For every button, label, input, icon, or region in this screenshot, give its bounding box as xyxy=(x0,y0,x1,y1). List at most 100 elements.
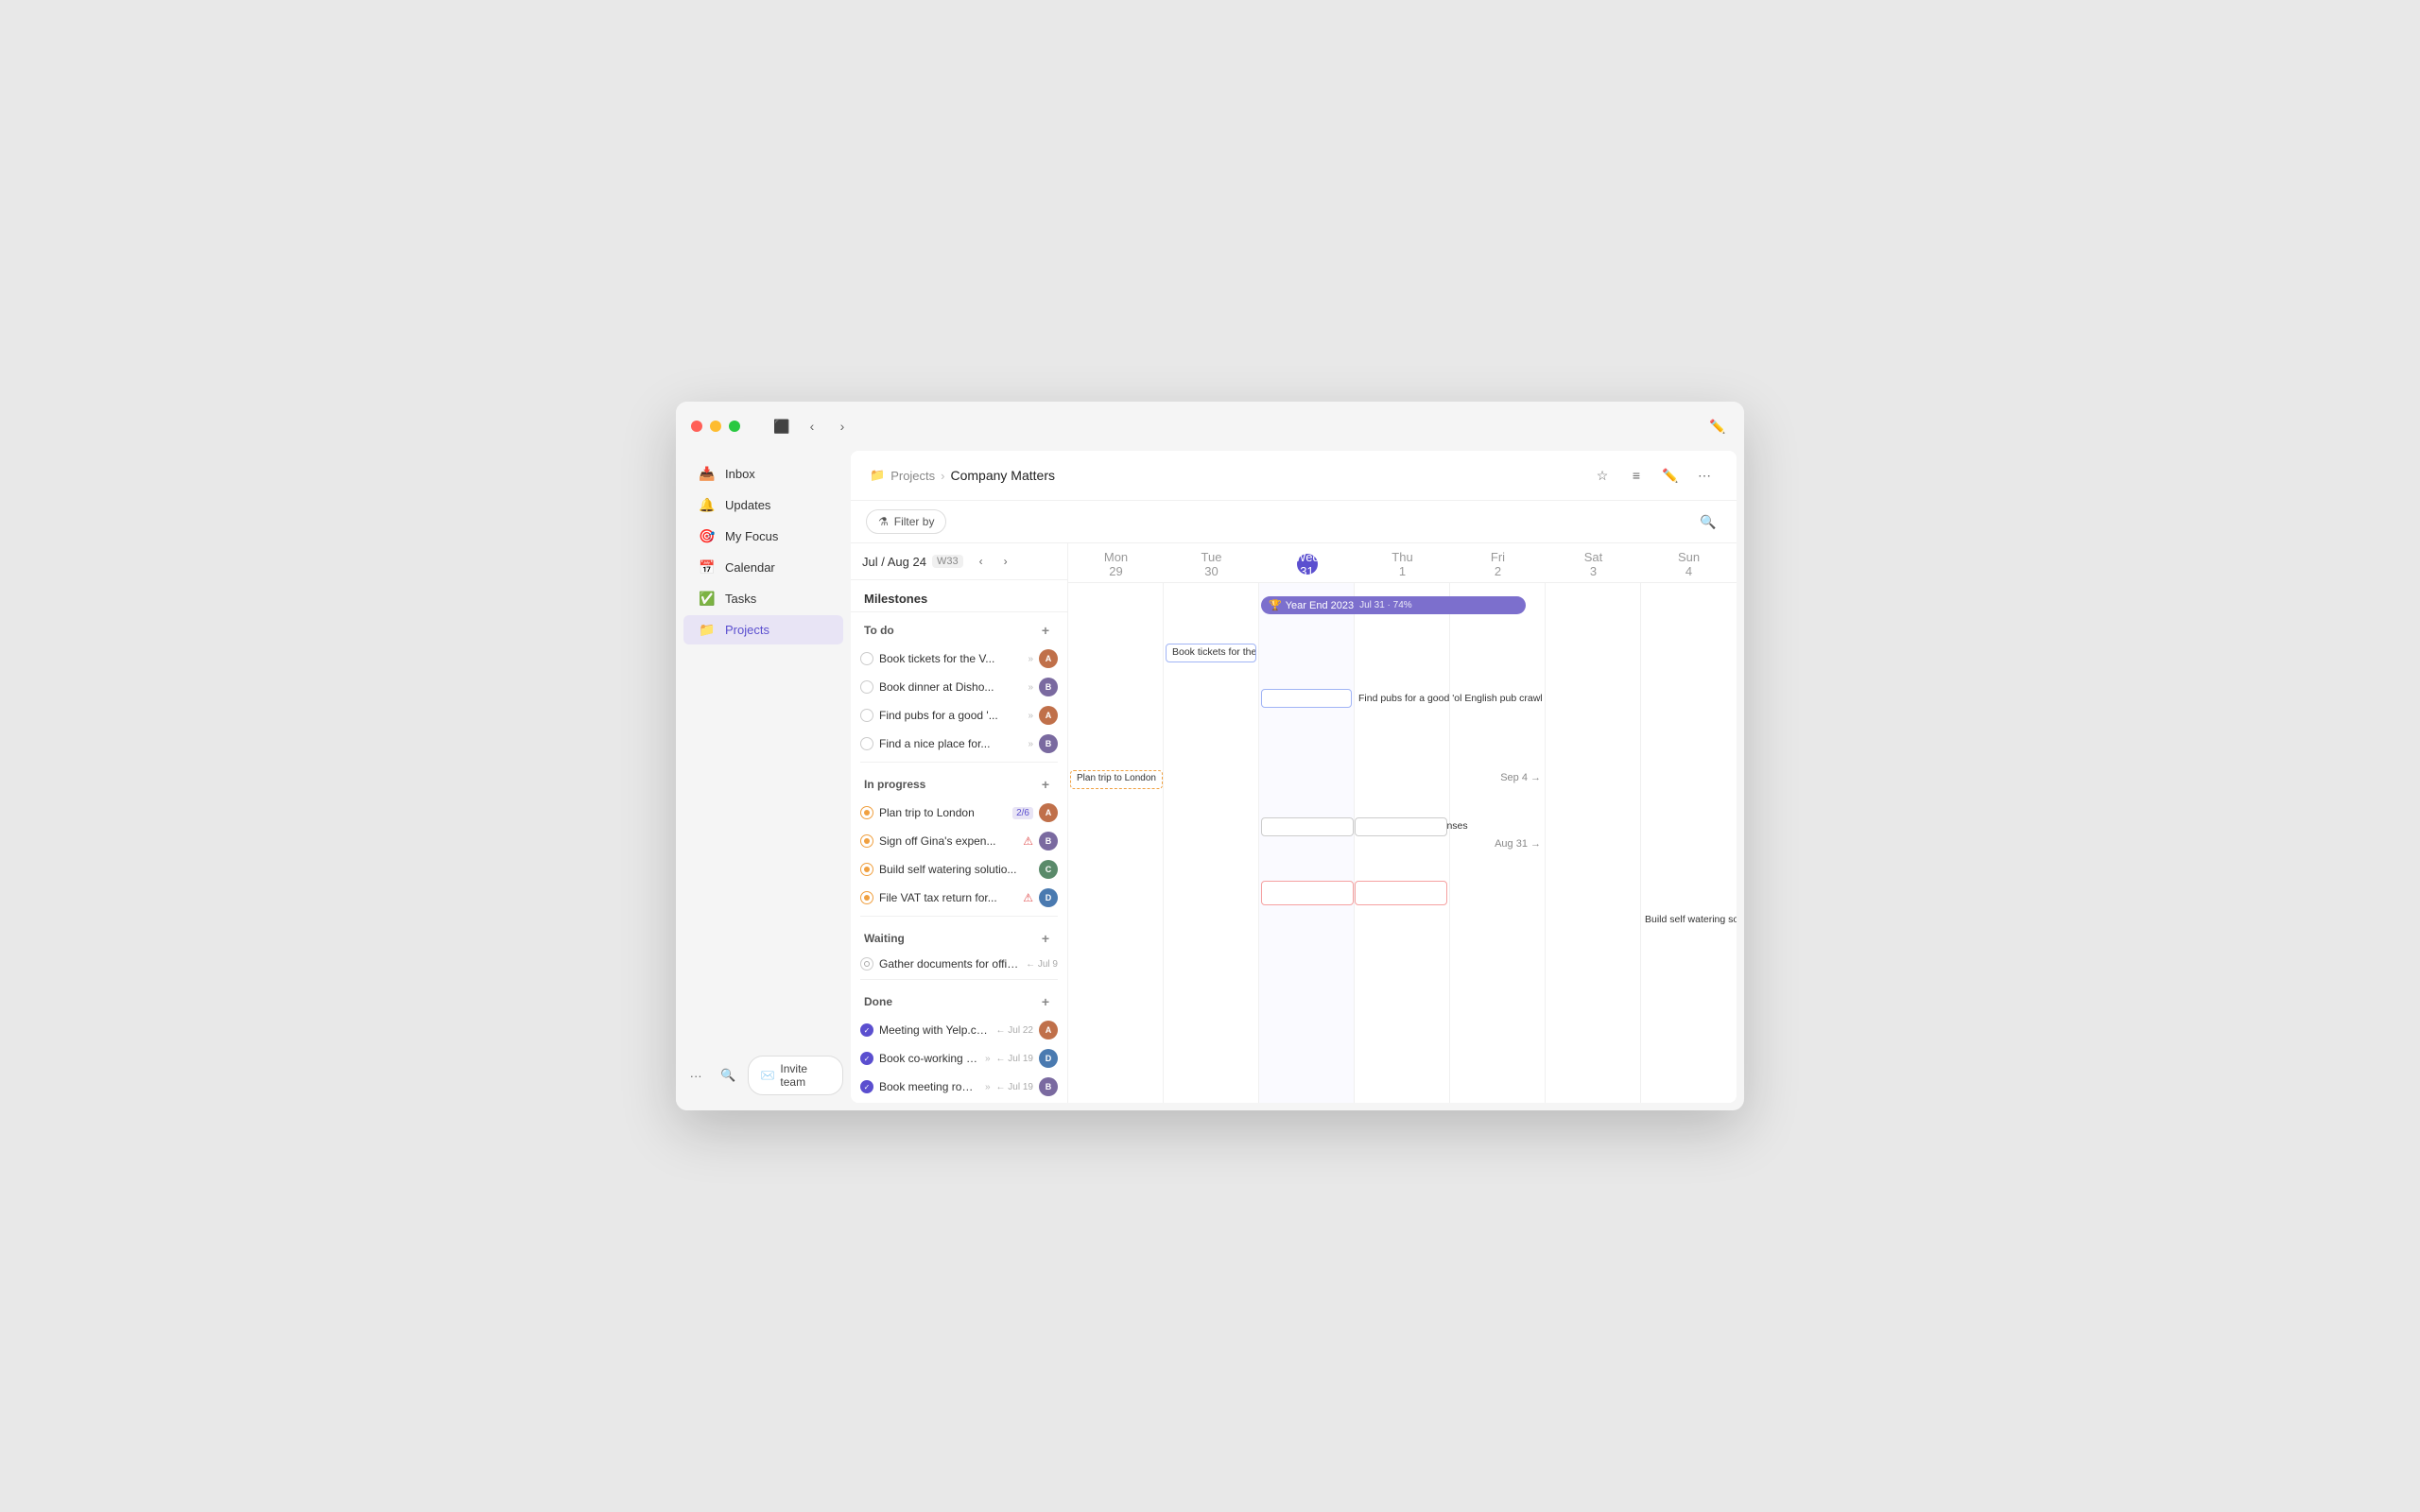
task-bar-find-pubs[interactable] xyxy=(1261,689,1352,708)
task-item[interactable]: Find a nice place for... » B xyxy=(851,730,1067,758)
section-label-todo: To do xyxy=(864,624,894,637)
task-item[interactable]: Gather documents for office sp... ← Jul … xyxy=(851,953,1067,975)
build-self-watering-label: Build self watering sol... xyxy=(1645,914,1737,925)
more-button[interactable]: ⋯ xyxy=(1691,462,1718,489)
sep4-nav-link[interactable]: Sep 4 → xyxy=(1500,772,1541,783)
main-area: 📥 Inbox 🔔 Updates 🎯 My Focus 📅 Calendar … xyxy=(676,451,1744,1110)
search-button[interactable]: 🔍 xyxy=(716,1062,740,1089)
day-number-fri2: Fri 2 xyxy=(1488,554,1509,575)
task-item[interactable]: Sign off Gina's expen... ⚠ B xyxy=(851,827,1067,855)
breadcrumb-current: Company Matters xyxy=(951,468,1055,483)
milestones-label: Milestones xyxy=(864,592,927,606)
sidebar-item-my-focus[interactable]: 🎯 My Focus xyxy=(683,522,843,551)
task-expand-icon: » xyxy=(1028,711,1033,721)
task-item[interactable]: ✓ Meeting with Yelp.com fol... ← Jul 22 … xyxy=(851,1016,1067,1044)
task-bar-file-vat-thu[interactable] xyxy=(1355,881,1447,905)
breadcrumb-folder-icon: 📁 xyxy=(870,468,885,483)
task-name: Book tickets for the V... xyxy=(879,652,1022,665)
cal-prev-button[interactable]: ‹ xyxy=(971,551,992,572)
maximize-button[interactable] xyxy=(729,421,740,432)
minimize-button[interactable] xyxy=(710,421,721,432)
filter-button[interactable]: ⚗ Filter by xyxy=(866,509,946,534)
calendar-icon: 📅 xyxy=(699,559,716,576)
sidebar-item-tasks[interactable]: ✅ Tasks xyxy=(683,584,843,613)
task-status-circle: ✓ xyxy=(860,1023,873,1037)
sidebar-item-label-updates: Updates xyxy=(725,498,770,512)
titlebar: ⬛ ‹ › ✏️ xyxy=(676,402,1744,451)
day-number-tue30: Tue 30 xyxy=(1201,554,1222,575)
add-waiting-button[interactable]: + xyxy=(1037,930,1054,947)
app-window: ⬛ ‹ › ✏️ 📥 Inbox 🔔 Updates 🎯 My Focus 📅 … xyxy=(676,402,1744,1110)
sidebar-item-label-inbox: Inbox xyxy=(725,467,755,481)
sidebar-item-projects[interactable]: 📁 Projects xyxy=(683,615,843,644)
forward-icon[interactable]: › xyxy=(831,415,854,438)
close-button[interactable] xyxy=(691,421,702,432)
task-item[interactable]: ✓ Book meeting rooms i... » ← Jul 19 B xyxy=(851,1073,1067,1101)
add-in-progress-button[interactable]: + xyxy=(1037,776,1054,793)
avatar: D xyxy=(1039,1049,1058,1068)
task-name: Book co-working spa... xyxy=(879,1052,979,1065)
task-bar-plan-trip[interactable]: Plan trip to London xyxy=(1070,770,1163,789)
task-status-circle xyxy=(860,680,873,694)
edit-button[interactable]: ✏️ xyxy=(1657,462,1684,489)
back-icon[interactable]: ‹ xyxy=(801,415,823,438)
task-item[interactable]: Book tickets for the V... » A xyxy=(851,644,1067,673)
task-status-circle xyxy=(860,806,873,819)
task-date: ← Jul 19 xyxy=(996,1082,1033,1092)
sidebar-item-inbox[interactable]: 📥 Inbox xyxy=(683,459,843,489)
task-bar-file-vat[interactable] xyxy=(1261,881,1354,905)
avatar: B xyxy=(1039,678,1058,696)
cal-col-fri: Sep 4 → Aug 31 → xyxy=(1450,583,1546,1103)
projects-icon: 📁 xyxy=(699,622,716,638)
star-button[interactable]: ☆ xyxy=(1589,462,1616,489)
invite-label: Invite team xyxy=(780,1062,831,1089)
cal-next-button[interactable]: › xyxy=(995,551,1016,572)
task-status-circle xyxy=(860,737,873,750)
divider xyxy=(860,762,1058,763)
task-item[interactable]: ✓ Book co-working spa... » ← Jul 19 D xyxy=(851,1044,1067,1073)
day-header-mon29: Mon 29 xyxy=(1068,543,1164,582)
new-note-icon[interactable]: ✏️ xyxy=(1706,415,1729,438)
inbox-icon: 📥 xyxy=(699,466,716,482)
task-item[interactable]: Build self watering solutio... C xyxy=(851,855,1067,884)
add-done-button[interactable]: + xyxy=(1037,993,1054,1010)
task-name: Book meeting rooms i... xyxy=(879,1080,979,1093)
avatar: B xyxy=(1039,1077,1058,1096)
add-todo-button[interactable]: + xyxy=(1037,622,1054,639)
invite-team-button[interactable]: ✉️ Invite team xyxy=(748,1056,843,1095)
sidebar-item-calendar[interactable]: 📅 Calendar xyxy=(683,553,843,582)
milestone-bar-year-end[interactable]: 🏆 Year End 2023 Jul 31 · 74% xyxy=(1261,596,1526,614)
sidebar-item-label-projects: Projects xyxy=(725,623,769,637)
day-header-sat3: Sat 3 xyxy=(1546,543,1641,582)
send-icon: ✉️ xyxy=(760,1069,774,1082)
task-item[interactable]: File VAT tax return for... ⚠ D xyxy=(851,884,1067,912)
task-item[interactable]: Plan trip to London 2/6 A xyxy=(851,799,1067,827)
task-bar-sign-off[interactable] xyxy=(1261,817,1354,836)
day-number-sun4: Sun 4 xyxy=(1679,554,1700,575)
task-badge: 2/6 xyxy=(1012,807,1033,819)
header-actions: ☆ ≡ ✏️ ⋯ xyxy=(1589,462,1718,489)
day-number-sat3: Sat 3 xyxy=(1583,554,1604,575)
warning-icon: ⚠ xyxy=(1023,891,1033,904)
task-name: Sign off Gina's expen... xyxy=(879,834,1017,848)
cal-col-tue: Book tickets for the V&A museum xyxy=(1164,583,1259,1103)
sidebar-toggle-icon[interactable]: ⬛ xyxy=(770,415,793,438)
aug31-nav-link[interactable]: Aug 31 → xyxy=(1495,838,1541,850)
task-item[interactable]: Find pubs for a good '... » A xyxy=(851,701,1067,730)
sidebar-item-updates[interactable]: 🔔 Updates xyxy=(683,490,843,520)
section-label-in-progress: In progress xyxy=(864,778,925,791)
task-bar-book-tickets[interactable]: Book tickets for the V&A museum xyxy=(1166,644,1256,662)
settings-button[interactable]: ≡ xyxy=(1623,462,1650,489)
divider xyxy=(860,916,1058,917)
avatar: A xyxy=(1039,706,1058,725)
search-icon[interactable]: 🔍 xyxy=(1695,508,1721,535)
task-item[interactable]: Book dinner at Disho... » B xyxy=(851,673,1067,701)
warning-icon: ⚠ xyxy=(1023,834,1033,848)
avatar: B xyxy=(1039,734,1058,753)
calendar-container: Jul / Aug 24 W33 ‹ › Milestones To do xyxy=(851,543,1737,1103)
task-bar-sign-off-thu[interactable] xyxy=(1355,817,1447,836)
more-options-button[interactable]: ··· xyxy=(683,1062,708,1089)
sidebar-item-label-tasks: Tasks xyxy=(725,592,756,606)
milestones-header: Milestones xyxy=(851,580,1067,612)
section-label-done: Done xyxy=(864,995,892,1008)
